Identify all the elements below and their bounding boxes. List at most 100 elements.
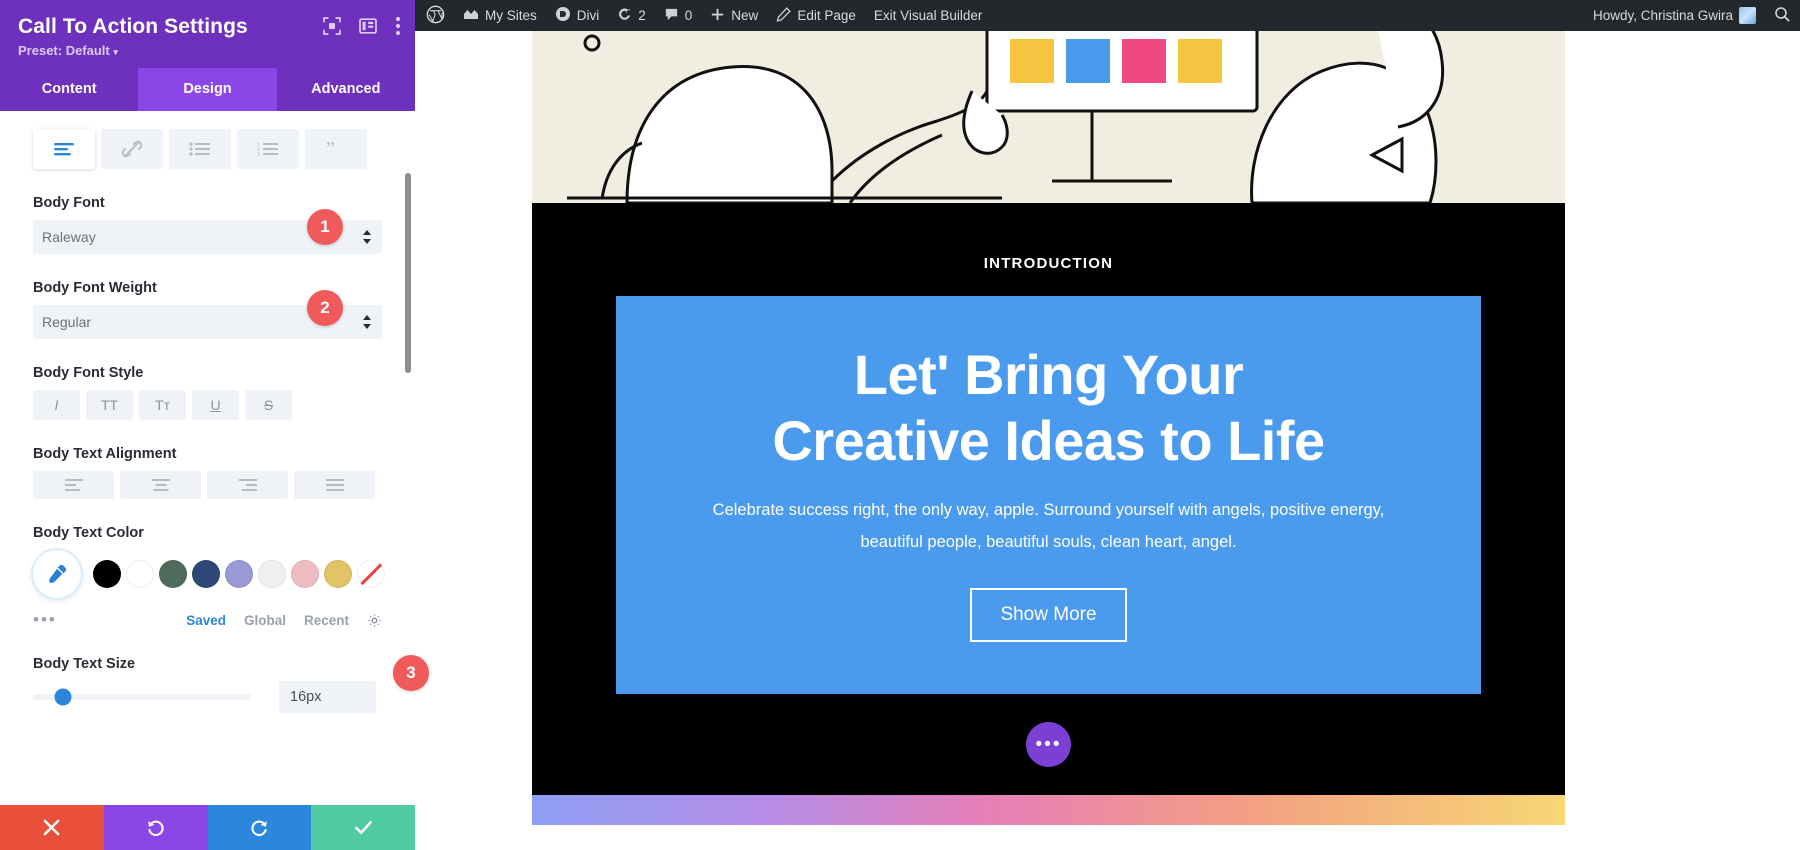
gradient-divider: [532, 795, 1565, 825]
swatch-navy[interactable]: [192, 560, 220, 588]
align-center-button[interactable]: [120, 471, 201, 499]
align-justify-button[interactable]: [294, 471, 375, 499]
admin-bar-right: Howdy, Christina Gwira: [1584, 0, 1800, 31]
close-icon: [42, 818, 61, 837]
save-button[interactable]: [311, 805, 415, 850]
body-text-size-control: 16px: [33, 681, 382, 713]
swatch-black[interactable]: [93, 560, 121, 588]
slider-handle[interactable]: [55, 689, 72, 706]
italic-glyph: I: [55, 397, 59, 413]
swatch-green-gray[interactable]: [159, 560, 187, 588]
blockquote-icon-button[interactable]: ”: [305, 129, 367, 169]
pencil-icon: [776, 7, 791, 25]
new-content-item[interactable]: New: [701, 0, 767, 31]
redo-button[interactable]: [208, 805, 312, 850]
swatch-gold[interactable]: [324, 560, 352, 588]
divi-label: Divi: [577, 8, 600, 23]
callout-marker-3: 3: [393, 655, 429, 691]
body-font-style-buttons: I TT Tт U S: [33, 390, 382, 420]
gear-icon[interactable]: [367, 613, 382, 628]
my-sites-label: My Sites: [485, 8, 537, 23]
divi-icon: [555, 6, 571, 25]
hero-illustration: [532, 31, 1565, 203]
cta-heading-line-2: Creative Ideas to Life: [676, 408, 1421, 474]
body-text-alignment-label: Body Text Alignment: [33, 446, 382, 462]
swatch-no-color[interactable]: [357, 560, 385, 588]
my-sites-item[interactable]: My Sites: [454, 0, 546, 31]
link-off-icon-button[interactable]: [101, 129, 163, 169]
smallcaps-button[interactable]: Tт: [139, 390, 186, 420]
sites-icon: [463, 6, 479, 25]
divi-item[interactable]: Divi: [546, 0, 609, 31]
wordpress-logo-icon: [426, 5, 445, 27]
eyedropper-icon-button[interactable]: [33, 550, 81, 598]
swatch-periwinkle[interactable]: [225, 560, 253, 588]
cta-paragraph: Celebrate success right, the only way, a…: [699, 495, 1399, 558]
undo-button[interactable]: [104, 805, 208, 850]
show-more-button[interactable]: Show More: [970, 588, 1126, 642]
tab-design[interactable]: Design: [138, 68, 276, 111]
chevron-down-icon: ▾: [113, 47, 118, 57]
italic-button[interactable]: I: [33, 390, 80, 420]
body-text-alignment-buttons: [33, 471, 382, 499]
palette-tab-global[interactable]: Global: [244, 613, 286, 628]
more-vertical-icon[interactable]: [395, 16, 401, 36]
tab-advanced[interactable]: Advanced: [277, 68, 415, 111]
link-off-icon: [121, 138, 143, 160]
body-text-size-slider[interactable]: [33, 694, 251, 700]
comments-item[interactable]: 0: [655, 0, 702, 31]
ordered-list-icon-button[interactable]: 1 2 3: [237, 129, 299, 169]
tab-content[interactable]: Content: [0, 68, 138, 111]
callout-marker-1: 1: [307, 209, 343, 245]
exit-visual-builder-item[interactable]: Exit Visual Builder: [865, 0, 992, 31]
preset-selector[interactable]: Preset: Default ▾: [18, 43, 397, 58]
body-text-size-label: Body Text Size: [33, 656, 382, 672]
more-options-icon[interactable]: •••: [33, 610, 57, 630]
palette-tabs: Saved Global Recent: [186, 613, 382, 628]
format-toolbar: 1 2 3 ”: [33, 111, 382, 169]
check-icon: [353, 817, 374, 838]
chevron-updown-icon: [362, 229, 372, 245]
redo-icon: [249, 817, 270, 838]
howdy-item[interactable]: Howdy, Christina Gwira: [1584, 0, 1765, 31]
blockquote-icon: ”: [325, 140, 347, 158]
swatch-off-white[interactable]: [258, 560, 286, 588]
paragraph-align-icon-button[interactable]: [33, 129, 95, 169]
comments-count: 0: [685, 8, 693, 23]
unordered-list-icon-button[interactable]: [169, 129, 231, 169]
align-center-icon: [152, 479, 170, 491]
align-left-button[interactable]: [33, 471, 114, 499]
align-left-icon: [65, 479, 83, 491]
align-right-button[interactable]: [207, 471, 288, 499]
page-canvas: INTRODUCTION Let' Bring Your Creative Id…: [532, 31, 1565, 825]
underline-button[interactable]: U: [192, 390, 239, 420]
palette-tab-recent[interactable]: Recent: [304, 613, 349, 628]
updates-item[interactable]: 2: [608, 0, 655, 31]
wp-logo-item[interactable]: [415, 0, 454, 31]
smallcaps-glyph: Tт: [155, 397, 170, 413]
illustration-artwork: [532, 31, 1565, 203]
layout-columns-icon[interactable]: [359, 17, 377, 35]
panel-scrollbar[interactable]: [405, 173, 411, 373]
align-justify-icon: [326, 479, 344, 491]
module-settings-fab[interactable]: •••: [1026, 722, 1071, 767]
cta-heading-line-1: Let' Bring Your: [676, 342, 1421, 408]
align-right-icon: [239, 479, 257, 491]
palette-tab-saved[interactable]: Saved: [186, 613, 226, 628]
swatch-white[interactable]: [126, 560, 154, 588]
wp-admin-bar: My Sites Divi 2 0 New: [415, 0, 1800, 31]
swatch-pink[interactable]: [291, 560, 319, 588]
unordered-list-icon: [189, 142, 211, 156]
body-text-size-input[interactable]: 16px: [279, 681, 376, 713]
cancel-button[interactable]: [0, 805, 104, 850]
search-button[interactable]: [1765, 0, 1800, 31]
edit-page-item[interactable]: Edit Page: [767, 0, 865, 31]
strikethrough-button[interactable]: S: [245, 390, 292, 420]
module-settings-panel: Call To Action Settings Preset: Default …: [0, 0, 415, 850]
svg-text:3: 3: [257, 152, 260, 156]
search-icon: [1774, 6, 1791, 26]
uppercase-button[interactable]: TT: [86, 390, 133, 420]
paragraph-align-icon: [53, 142, 75, 156]
strikethrough-glyph: S: [264, 397, 273, 413]
focus-target-icon[interactable]: [323, 17, 341, 35]
